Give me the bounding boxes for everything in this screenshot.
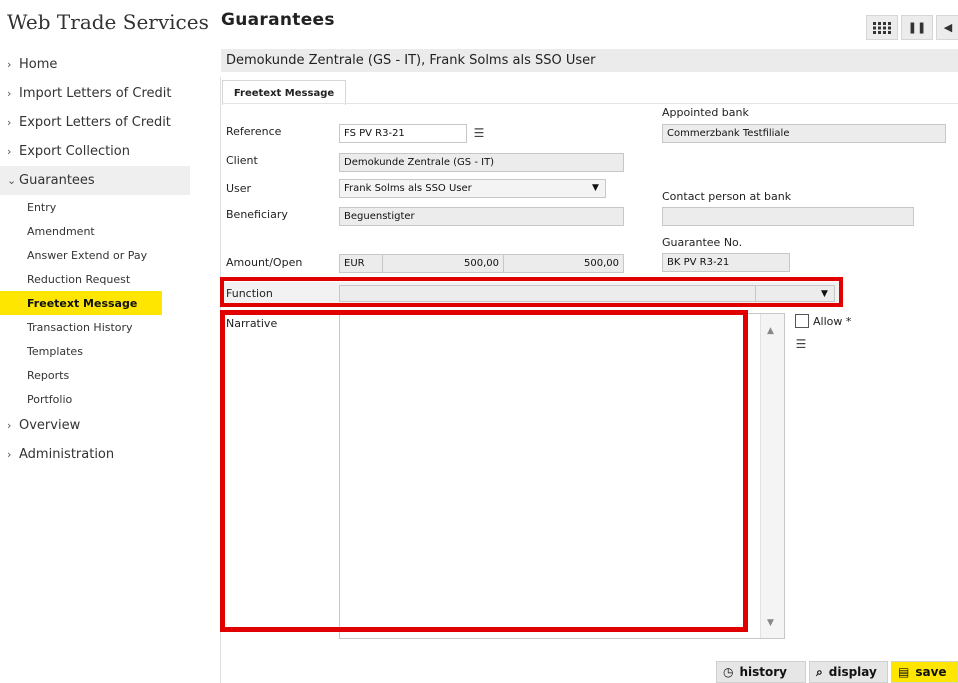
chevron-down-icon: ▼ xyxy=(592,183,599,193)
tab-underline xyxy=(222,103,958,104)
sidebar-item-import-lc[interactable]: › Import Letters of Credit xyxy=(0,79,190,108)
chevron-right-icon: › xyxy=(7,87,12,100)
scroll-down-icon[interactable]: ▼ xyxy=(767,618,774,628)
open-amount-field: 500,00 xyxy=(503,254,624,273)
chevron-down-icon: ⌄ xyxy=(7,174,17,187)
amount-field: 500,00 xyxy=(382,254,504,273)
chevron-right-icon: › xyxy=(7,58,12,71)
tab-freetext-message[interactable]: Freetext Message xyxy=(222,80,346,105)
context-bar: Demokunde Zentrale (GS - IT), Frank Solm… xyxy=(221,49,958,72)
sidebar-item-label: Export Collection xyxy=(19,144,130,159)
beneficiary-label: Beneficiary xyxy=(226,208,288,221)
arrow-left-icon: ◀ xyxy=(943,21,953,34)
back-button[interactable]: ◀ xyxy=(936,15,958,40)
sidebar-item-label: Overview xyxy=(19,418,81,433)
sidebar-subitem-entry[interactable]: Entry xyxy=(0,195,190,219)
scrollbar[interactable]: ▲ ▼ xyxy=(760,314,784,638)
highlight-narrative xyxy=(220,310,748,632)
sidebar-subitem-freetext-message[interactable]: Freetext Message xyxy=(0,291,162,315)
contact-person-field xyxy=(662,207,914,226)
grid-view-button[interactable] xyxy=(866,15,898,40)
appointed-bank-field: Commerzbank Testfiliale xyxy=(662,124,946,143)
sidebar-item-label: Administration xyxy=(19,447,115,462)
sidebar-subitem-templates[interactable]: Templates xyxy=(0,339,190,363)
sidebar-item-label: Import Letters of Credit xyxy=(19,86,172,101)
guarantee-no-field: BK PV R3-21 xyxy=(662,253,790,272)
sidebar-item-administration[interactable]: › Administration xyxy=(0,440,190,469)
sidebar-item-label: Guarantees xyxy=(19,173,95,188)
chevron-right-icon: › xyxy=(7,116,12,129)
chevron-right-icon: › xyxy=(7,145,12,158)
history-button[interactable]: ◷ history xyxy=(716,661,806,683)
client-label: Client xyxy=(226,154,258,167)
sidebar-item-export-lc[interactable]: › Export Letters of Credit xyxy=(0,108,190,137)
sidebar-item-label: Export Letters of Credit xyxy=(19,115,171,130)
save-button-label: save xyxy=(915,665,947,679)
sidebar-subitem-reduction-request[interactable]: Reduction Request xyxy=(0,267,190,291)
sidebar-subitem-portfolio[interactable]: Portfolio xyxy=(0,387,190,411)
contact-person-label: Contact person at bank xyxy=(662,190,792,203)
beneficiary-field: Beguenstigter xyxy=(339,207,624,226)
scroll-up-icon[interactable]: ▲ xyxy=(767,326,774,336)
reference-label: Reference xyxy=(226,125,282,138)
appointed-bank-label: Appointed bank xyxy=(662,106,749,119)
display-button-label: display xyxy=(828,665,877,679)
sidebar-subitem-transaction-history[interactable]: Transaction History xyxy=(0,315,190,339)
sidebar-item-home[interactable]: › Home xyxy=(0,50,190,79)
client-field: Demokunde Zentrale (GS - IT) xyxy=(339,153,624,172)
highlight-function xyxy=(220,277,843,307)
search-icon: ⌕ xyxy=(816,664,823,679)
chevron-right-icon: › xyxy=(7,419,12,432)
sidebar-item-export-collection[interactable]: › Export Collection xyxy=(0,137,190,166)
sidebar-subitem-amendment[interactable]: Amendment xyxy=(0,219,190,243)
amount-open-label: Amount/Open xyxy=(226,256,303,269)
sidebar-item-guarantees[interactable]: ⌄ Guarantees xyxy=(0,166,190,195)
currency-field: EUR xyxy=(339,254,383,273)
floppy-icon: ▤ xyxy=(898,665,910,679)
sidebar-subitem-reports[interactable]: Reports xyxy=(0,363,190,387)
user-select[interactable]: Frank Solms als SSO User xyxy=(339,179,606,198)
save-button[interactable]: ▤ save xyxy=(891,661,958,683)
user-label: User xyxy=(226,182,252,195)
app-title: Web Trade Services xyxy=(7,10,209,34)
page-title: Guarantees xyxy=(221,10,335,30)
grid-icon xyxy=(873,21,891,34)
list-icon[interactable]: ☰ xyxy=(472,126,486,140)
sidebar-subitem-answer-extend-or-pay[interactable]: Answer Extend or Pay xyxy=(0,243,190,267)
guarantee-no-label: Guarantee No. xyxy=(662,236,743,249)
sidebar-item-overview[interactable]: › Overview xyxy=(0,411,190,440)
reference-field[interactable]: FS PV R3-21 xyxy=(339,124,467,143)
sidebar-nav: › Home › Import Letters of Credit › Export … xyxy=(0,50,190,469)
allow-checkbox[interactable] xyxy=(795,314,809,328)
allow-label: Allow * xyxy=(813,315,852,328)
pause-icon: ❚❚ xyxy=(907,21,927,34)
pause-button[interactable]: ❚❚ xyxy=(901,15,933,40)
chevron-right-icon: › xyxy=(7,448,12,461)
sidebar-item-label: Home xyxy=(19,57,58,72)
display-button[interactable]: ⌕ display xyxy=(809,661,888,683)
history-button-label: history xyxy=(739,665,788,679)
list-icon[interactable]: ☰ xyxy=(794,337,808,351)
clock-icon: ◷ xyxy=(723,665,734,679)
